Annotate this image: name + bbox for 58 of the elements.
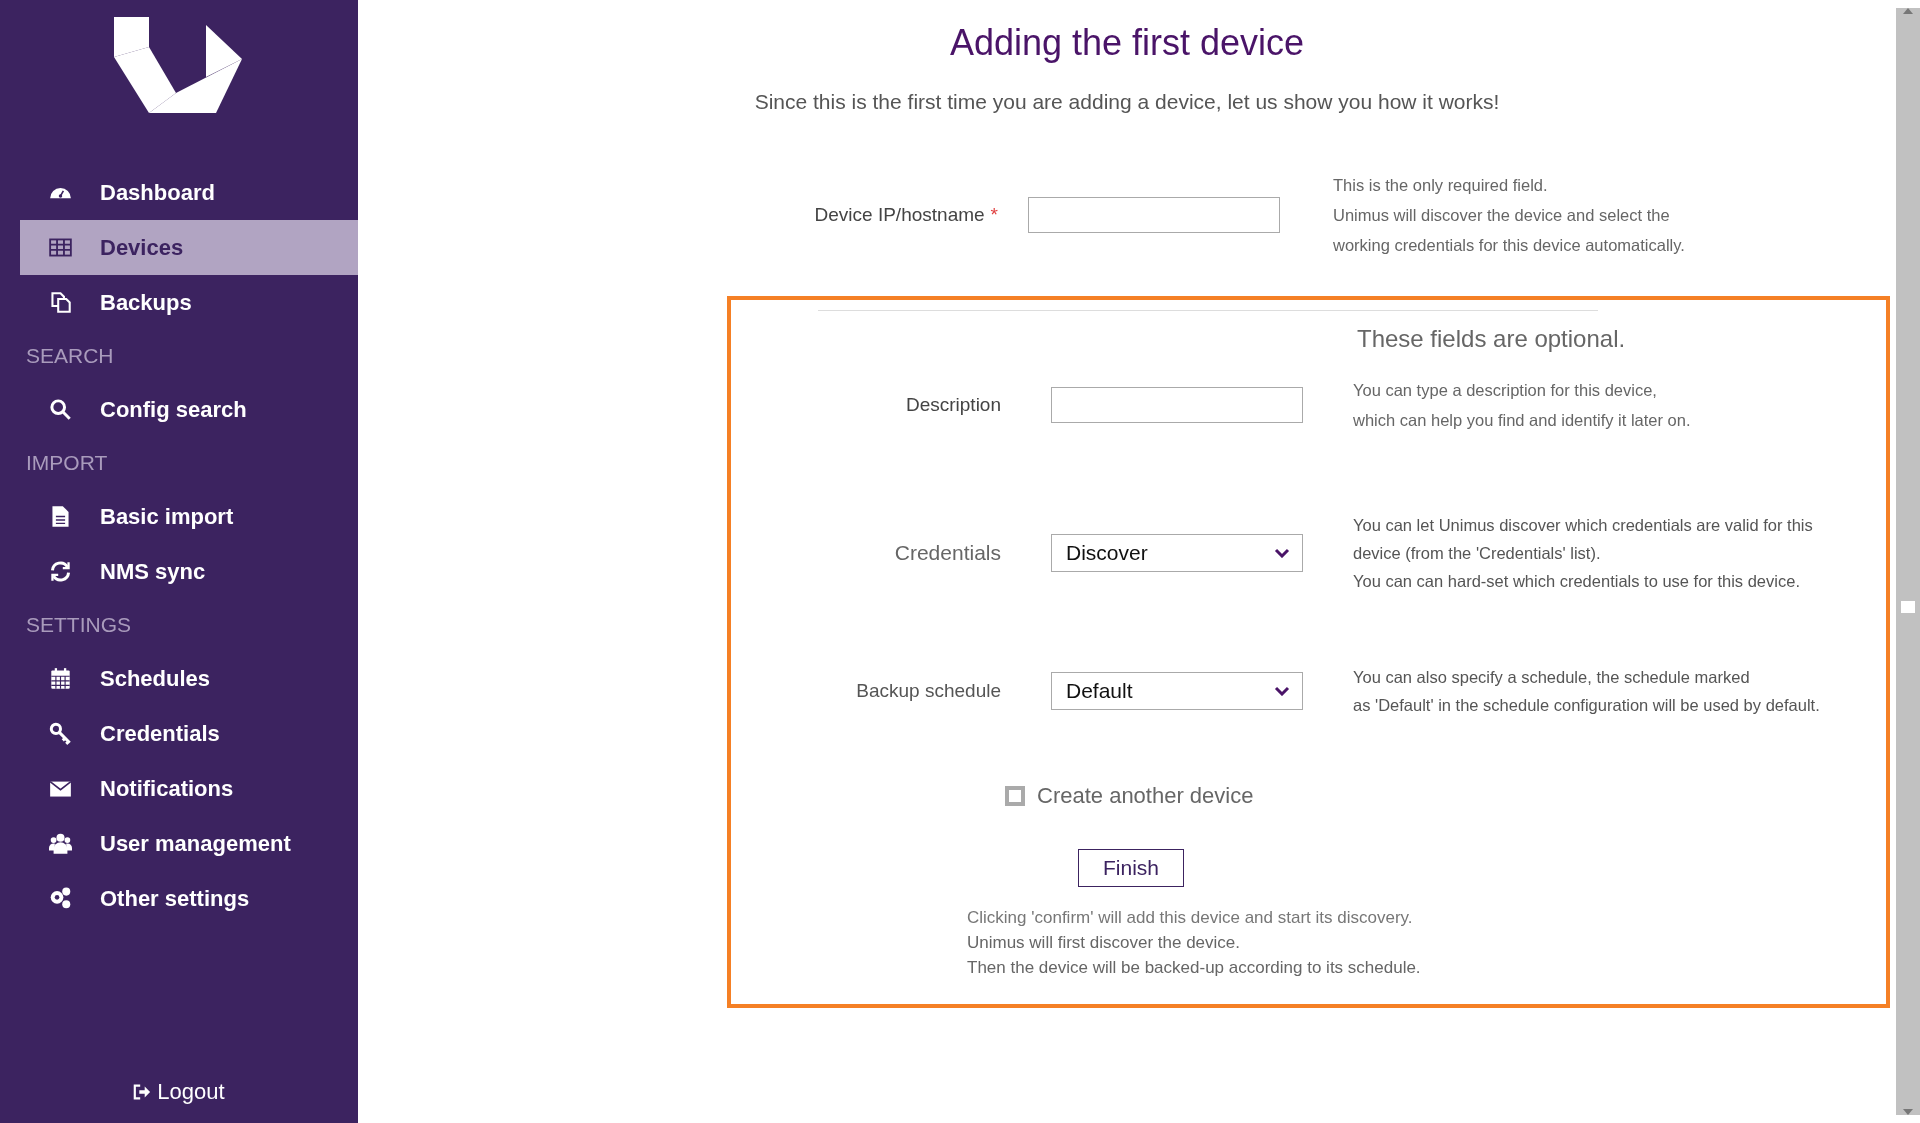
help-text: You can can hard-set which credentials to use for this device. (1353, 571, 1801, 592)
help-text: working credentials for this device automatically. (1333, 235, 1685, 256)
finish-button[interactable]: Finish (1078, 849, 1184, 887)
help-text: device (from the 'Credentials' list). (1353, 543, 1602, 564)
checkbox-label: Create another device (1037, 783, 1254, 809)
sidebar-item[interactable]: NMS sync (20, 544, 358, 599)
users-icon (49, 832, 72, 855)
chevron-down-icon (1274, 548, 1290, 558)
search-icon (49, 398, 72, 421)
field-label: Credentials (894, 541, 1001, 565)
copy-icon (49, 291, 72, 314)
help-text: which can help you find and identify it later on. (1353, 410, 1692, 431)
file-icon (49, 505, 72, 528)
sidebar-item[interactable]: Schedules (20, 651, 358, 706)
scrollbar-thumb[interactable] (1901, 600, 1915, 613)
dropdown[interactable]: Discover (1051, 534, 1303, 572)
sidebar-section-heading: SEARCH (25, 343, 115, 369)
sidebar-item[interactable]: Notifications (20, 761, 358, 816)
sidebar-section-heading: SETTINGS (25, 612, 132, 638)
logout-link[interactable]: Logout (133, 1079, 225, 1105)
section-heading: These fields are optional. (1357, 325, 1627, 353)
logo-icon (114, 17, 244, 113)
grid-icon (49, 236, 72, 259)
note-text: Then the device will be backed-up according to its schedule. (967, 957, 1422, 979)
field-label: Backup schedule (856, 680, 1001, 702)
help-text: You can type a description for this device, (1353, 380, 1658, 401)
sidebar-section-heading: IMPORT (25, 450, 109, 476)
note-text: Clicking 'confirm' will add this device and start its discovery. (967, 907, 1414, 929)
chevron-down-icon (1274, 686, 1290, 696)
key-icon (49, 722, 72, 745)
sync-icon (49, 560, 72, 583)
page-subtitle: Since this is the first time you are adding a device, let us show you how it works! (754, 90, 1500, 114)
input-field[interactable] (1051, 387, 1303, 423)
checkbox[interactable] (1005, 786, 1025, 806)
field-label: Description (905, 394, 1001, 416)
logout-icon (133, 1083, 152, 1101)
calendar-icon (49, 667, 72, 690)
help-text: You can let Unimus discover which credentials are valid for this (1353, 515, 1814, 536)
note-text: Unimus will first discover the device. (967, 932, 1242, 954)
dropdown[interactable]: Default (1051, 672, 1303, 710)
sidebar-item[interactable]: User management (20, 816, 358, 871)
sidebar-item[interactable]: Basic import (20, 489, 358, 544)
help-text: You can also specify a schedule, the schedule marked (1353, 667, 1751, 688)
sidebar-item[interactable]: Other settings (20, 871, 358, 926)
help-text: as 'Default' in the schedule configuration will be used by default. (1353, 695, 1821, 716)
sidebar-item[interactable]: Devices (20, 220, 358, 275)
sidebar-item[interactable]: Backups (20, 275, 358, 330)
page-title: Adding the first device (949, 22, 1305, 64)
help-text: Unimus will discover the device and select the (1333, 205, 1671, 226)
sidebar-item[interactable]: Credentials (20, 706, 358, 761)
sidebar-item[interactable]: Config search (20, 382, 358, 437)
input-field[interactable] (1028, 197, 1280, 233)
field-label: Device IP/hostname (814, 204, 985, 226)
scroll-up-icon (1903, 8, 1913, 14)
help-text: This is the only required field. (1333, 175, 1549, 196)
required-mark: * (990, 204, 998, 226)
scroll-down-icon (1903, 1109, 1913, 1115)
sidebar-item[interactable]: Dashboard (20, 165, 358, 220)
